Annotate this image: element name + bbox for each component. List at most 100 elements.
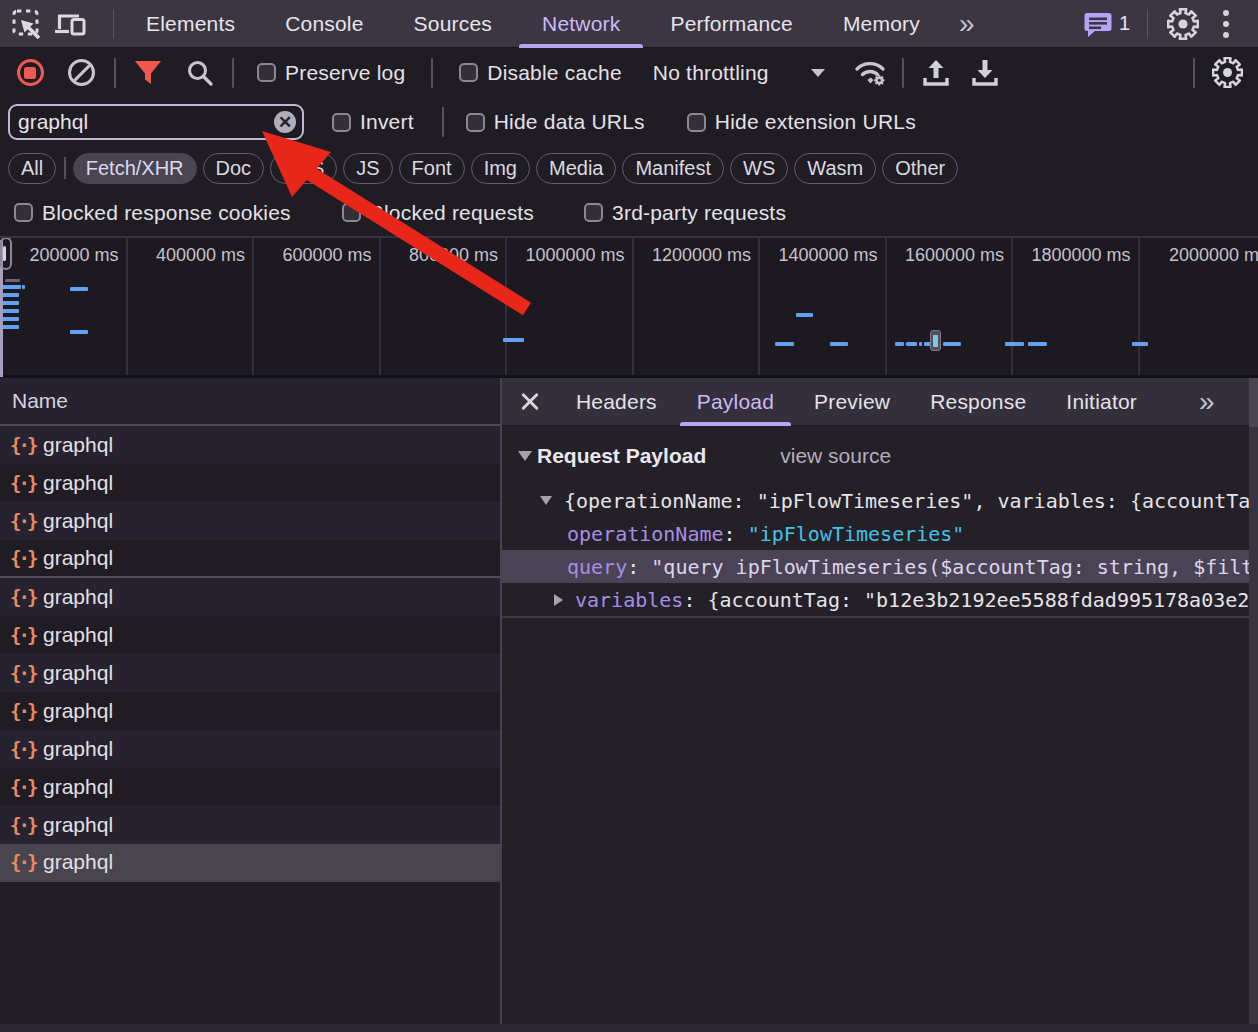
settings-button[interactable] bbox=[1164, 5, 1202, 43]
filter-icon[interactable] bbox=[133, 59, 163, 87]
filter-chip-manifest[interactable]: Manifest bbox=[622, 153, 724, 184]
filter-chip-img[interactable]: Img bbox=[471, 153, 530, 184]
fetch-xhr-icon: {·} bbox=[10, 776, 34, 798]
device-toolbar-button[interactable] bbox=[52, 5, 90, 43]
filter-chip-wasm[interactable]: Wasm bbox=[794, 153, 876, 184]
tab-sources[interactable]: Sources bbox=[389, 0, 517, 48]
overview-resize-handle[interactable] bbox=[0, 237, 12, 270]
messages-icon[interactable] bbox=[1083, 10, 1113, 38]
request-row[interactable]: {·}graphql bbox=[0, 806, 500, 844]
filter-chip-other[interactable]: Other bbox=[882, 153, 958, 184]
tab-memory[interactable]: Memory bbox=[818, 0, 945, 48]
tab-performance[interactable]: Performance bbox=[645, 0, 817, 48]
collapse-section-icon[interactable] bbox=[518, 451, 532, 461]
more-options-button[interactable] bbox=[1214, 5, 1238, 43]
request-row[interactable]: {·}graphql bbox=[0, 730, 500, 768]
gear-icon bbox=[1167, 8, 1199, 40]
filter-chip-js[interactable]: JS bbox=[343, 153, 392, 184]
name-column-header[interactable]: Name bbox=[0, 378, 500, 426]
overview-request-bar bbox=[796, 313, 813, 317]
detail-tab-initiator[interactable]: Initiator bbox=[1046, 378, 1157, 426]
chip-separator bbox=[64, 157, 66, 179]
request-row[interactable]: {·}graphql bbox=[0, 616, 500, 654]
payload-tree-row[interactable]: {operationName: "ipFlowTimeseries", vari… bbox=[502, 484, 1258, 517]
toolbar-separator bbox=[113, 9, 114, 39]
detail-tab-label: Response bbox=[930, 390, 1026, 414]
third-party-label: 3rd-party requests bbox=[612, 201, 786, 225]
tab-label: Network bbox=[542, 12, 620, 36]
filter-chip-font[interactable]: Font bbox=[399, 153, 465, 184]
detail-tab-response[interactable]: Response bbox=[910, 378, 1046, 426]
invert-checkbox[interactable] bbox=[332, 113, 351, 132]
preserve-log-checkbox[interactable] bbox=[257, 63, 276, 82]
import-har-icon[interactable] bbox=[922, 58, 950, 88]
overview-request-bar bbox=[1132, 342, 1148, 346]
filter-input[interactable] bbox=[10, 110, 302, 134]
inspect-element-button[interactable] bbox=[6, 5, 44, 43]
request-row[interactable]: {·}graphql bbox=[0, 654, 500, 692]
overview-request-bar bbox=[906, 342, 917, 346]
blocked-requests-checkbox[interactable] bbox=[342, 203, 361, 222]
detail-tab-headers[interactable]: Headers bbox=[556, 378, 677, 426]
payload-tree-row[interactable]: variables: {accountTag: "b12e3b2192ee558… bbox=[502, 583, 1258, 616]
tab-label: Console bbox=[285, 12, 363, 36]
search-icon[interactable] bbox=[186, 59, 214, 87]
chip-label: All bbox=[21, 157, 43, 180]
close-details-button[interactable] bbox=[512, 384, 548, 420]
request-row[interactable]: {·}graphql bbox=[0, 464, 500, 502]
tab-elements[interactable]: Elements bbox=[121, 0, 260, 48]
network-conditions-icon[interactable] bbox=[854, 57, 888, 89]
throttling-select[interactable]: No throttling bbox=[653, 61, 826, 85]
overview-request-bar bbox=[503, 338, 524, 342]
payload-tree-row[interactable]: operationName: "ipFlowTimeseries" bbox=[502, 517, 1258, 550]
more-detail-tabs-icon[interactable]: » bbox=[1189, 386, 1225, 418]
detail-tab-label: Initiator bbox=[1066, 390, 1137, 414]
network-overview-timeline[interactable]: 200000 ms400000 ms600000 ms800000 ms1000… bbox=[0, 236, 1258, 378]
filter-chip-css[interactable]: CSS bbox=[270, 153, 337, 184]
tab-console[interactable]: Console bbox=[260, 0, 388, 48]
export-har-icon[interactable] bbox=[971, 58, 999, 88]
network-settings-gear-icon[interactable] bbox=[1212, 57, 1243, 88]
overview-request-bar bbox=[895, 342, 904, 346]
detail-tab-preview[interactable]: Preview bbox=[794, 378, 910, 426]
hide-data-urls-checkbox[interactable] bbox=[466, 113, 485, 132]
filter-input-box: ✕ bbox=[8, 104, 304, 140]
detail-tab-payload[interactable]: Payload bbox=[677, 378, 794, 426]
chevron-down-icon bbox=[810, 68, 826, 78]
clear-filter-icon[interactable]: ✕ bbox=[274, 111, 296, 133]
blocked-cookies-checkbox[interactable] bbox=[14, 203, 33, 222]
request-row[interactable]: {·}graphql bbox=[0, 692, 500, 730]
clear-network-log-button[interactable] bbox=[68, 59, 95, 86]
hide-extension-urls-checkbox[interactable] bbox=[687, 113, 706, 132]
expanded-arrow-icon[interactable] bbox=[540, 496, 552, 505]
request-name: graphql bbox=[43, 813, 113, 837]
payload-text-segment: {operationName: "ipFlowTimeseries", vari… bbox=[564, 489, 1258, 513]
overview-request-bar bbox=[919, 342, 922, 346]
detail-scrollbar-track[interactable] bbox=[1249, 427, 1258, 1032]
request-details-pane: HeadersPayloadPreview Response Initiator »… bbox=[502, 378, 1258, 1032]
tab-network[interactable]: Network bbox=[517, 0, 645, 48]
view-source-link[interactable]: view source bbox=[780, 444, 891, 468]
filter-chip-doc[interactable]: Doc bbox=[203, 153, 265, 184]
request-row[interactable]: {·}graphql bbox=[0, 540, 500, 578]
request-row[interactable]: {·}graphql bbox=[0, 768, 500, 806]
request-type-filter-bar: All Fetch/XHRDocCSSJSFont Img MediaManifest… bbox=[0, 147, 1258, 189]
filter-chip-ws[interactable]: WS bbox=[730, 153, 788, 184]
collapsed-arrow-icon[interactable] bbox=[554, 594, 563, 606]
payload-tree-row[interactable]: query: "query ipFlowTimeseries($accountT… bbox=[502, 550, 1258, 583]
more-panels-icon[interactable]: » bbox=[945, 0, 989, 48]
record-network-log-button[interactable] bbox=[17, 59, 44, 86]
filter-chip-fetchxhr[interactable]: Fetch/XHR bbox=[73, 153, 197, 184]
request-row[interactable]: {·}graphql bbox=[0, 844, 500, 882]
chip-label: Img bbox=[484, 157, 517, 180]
request-row[interactable]: {·}graphql bbox=[0, 502, 500, 540]
overview-time-label: 1800000 ms bbox=[1031, 245, 1130, 266]
overview-request-bar bbox=[1005, 342, 1024, 346]
request-row[interactable]: {·}graphql bbox=[0, 426, 500, 464]
kebab-menu-icon bbox=[1222, 9, 1230, 39]
third-party-checkbox[interactable] bbox=[584, 203, 603, 222]
filter-chip-media[interactable]: Media bbox=[536, 153, 616, 184]
request-row[interactable]: {·}graphql bbox=[0, 578, 500, 616]
filter-chip-all[interactable]: All bbox=[8, 153, 56, 184]
disable-cache-checkbox[interactable] bbox=[459, 63, 478, 82]
